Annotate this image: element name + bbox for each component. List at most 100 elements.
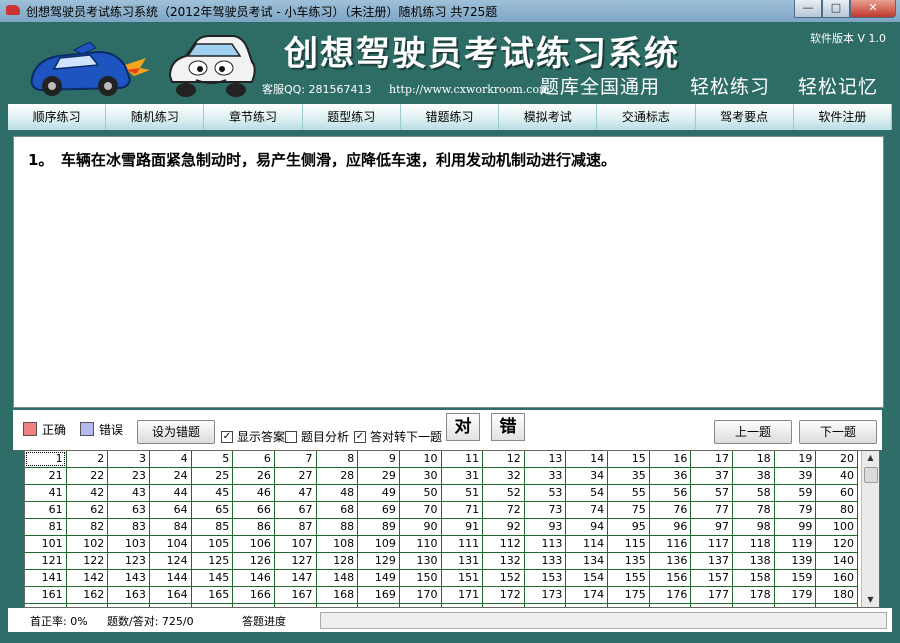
question-number-cell[interactable]: 199	[774, 604, 816, 607]
menu-traffic-signs[interactable]: 交通标志	[597, 104, 696, 130]
question-number-cell[interactable]: 118	[733, 536, 774, 552]
question-number-cell[interactable]: 98	[733, 519, 774, 535]
question-number-cell[interactable]: 92	[483, 519, 524, 535]
answer-wrong-button[interactable]: 错	[491, 413, 525, 441]
question-number-cell[interactable]: 57	[691, 485, 733, 501]
question-number-cell[interactable]: 102	[66, 536, 108, 552]
question-number-cell[interactable]: 32	[483, 468, 524, 484]
question-number-cell[interactable]: 133	[524, 553, 566, 569]
question-number-cell[interactable]: 74	[566, 502, 608, 518]
question-number-cell[interactable]: 116	[649, 536, 691, 552]
question-number-cell[interactable]: 137	[691, 553, 733, 569]
menu-wrong-question-practice[interactable]: 错题练习	[400, 104, 500, 130]
question-number-cell[interactable]: 1	[25, 451, 66, 467]
question-number-cell[interactable]: 55	[608, 485, 649, 501]
question-number-cell[interactable]: 15	[608, 451, 649, 467]
question-number-cell[interactable]: 174	[566, 587, 608, 603]
question-number-cell[interactable]: 144	[149, 570, 191, 586]
question-number-cell[interactable]: 77	[691, 502, 733, 518]
question-number-cell[interactable]: 60	[816, 485, 857, 501]
question-number-cell[interactable]: 72	[483, 502, 524, 518]
question-number-cell[interactable]: 194	[566, 604, 608, 607]
question-number-cell[interactable]: 73	[524, 502, 566, 518]
question-number-cell[interactable]: 46	[233, 485, 274, 501]
question-number-cell[interactable]: 22	[66, 468, 108, 484]
question-number-cell[interactable]: 26	[233, 468, 274, 484]
question-number-cell[interactable]: 122	[66, 553, 108, 569]
question-number-cell[interactable]: 121	[25, 553, 66, 569]
question-number-cell[interactable]: 34	[566, 468, 608, 484]
question-number-cell[interactable]: 11	[441, 451, 483, 467]
question-number-cell[interactable]: 180	[816, 587, 857, 603]
menu-mock-exam[interactable]: 模拟考试	[499, 104, 598, 130]
question-number-cell[interactable]: 104	[149, 536, 191, 552]
question-number-cell[interactable]: 87	[274, 519, 316, 535]
question-number-cell[interactable]: 49	[358, 485, 399, 501]
question-number-cell[interactable]: 6	[233, 451, 274, 467]
question-number-cell[interactable]: 21	[25, 468, 66, 484]
question-number-cell[interactable]: 151	[441, 570, 483, 586]
question-number-cell[interactable]: 169	[358, 587, 399, 603]
question-number-cell[interactable]: 195	[608, 604, 649, 607]
question-number-cell[interactable]: 14	[566, 451, 608, 467]
question-number-cell[interactable]: 30	[399, 468, 441, 484]
question-number-cell[interactable]: 145	[191, 570, 233, 586]
question-number-cell[interactable]: 3	[108, 451, 149, 467]
question-number-cell[interactable]: 115	[608, 536, 649, 552]
question-number-cell[interactable]: 18	[733, 451, 774, 467]
question-number-cell[interactable]: 142	[66, 570, 108, 586]
question-number-cell[interactable]: 131	[441, 553, 483, 569]
question-number-cell[interactable]: 165	[191, 587, 233, 603]
question-number-cell[interactable]: 59	[774, 485, 816, 501]
question-number-cell[interactable]: 47	[274, 485, 316, 501]
question-number-cell[interactable]: 140	[816, 553, 857, 569]
question-number-cell[interactable]: 156	[649, 570, 691, 586]
question-number-cell[interactable]: 187	[274, 604, 316, 607]
question-number-cell[interactable]: 82	[66, 519, 108, 535]
question-number-cell[interactable]: 177	[691, 587, 733, 603]
question-number-cell[interactable]: 200	[816, 604, 857, 607]
question-number-cell[interactable]: 105	[191, 536, 233, 552]
question-number-cell[interactable]: 71	[441, 502, 483, 518]
question-number-cell[interactable]: 36	[649, 468, 691, 484]
question-number-cell[interactable]: 108	[316, 536, 358, 552]
question-number-cell[interactable]: 109	[358, 536, 399, 552]
question-number-cell[interactable]: 96	[649, 519, 691, 535]
question-number-cell[interactable]: 62	[66, 502, 108, 518]
question-number-cell[interactable]: 75	[608, 502, 649, 518]
question-number-cell[interactable]: 148	[316, 570, 358, 586]
question-number-cell[interactable]: 183	[108, 604, 149, 607]
question-number-cell[interactable]: 197	[691, 604, 733, 607]
question-number-cell[interactable]: 125	[191, 553, 233, 569]
question-number-cell[interactable]: 152	[483, 570, 524, 586]
question-number-cell[interactable]: 164	[149, 587, 191, 603]
question-number-cell[interactable]: 138	[733, 553, 774, 569]
question-number-cell[interactable]: 184	[149, 604, 191, 607]
question-number-cell[interactable]: 67	[274, 502, 316, 518]
question-number-cell[interactable]: 45	[191, 485, 233, 501]
auto-next-checkbox[interactable]: ✓ 答对转下一题	[354, 428, 442, 445]
menu-software-registration[interactable]: 软件注册	[793, 104, 892, 130]
question-number-cell[interactable]: 80	[816, 502, 857, 518]
question-number-cell[interactable]: 89	[358, 519, 399, 535]
question-number-cell[interactable]: 117	[691, 536, 733, 552]
question-number-cell[interactable]: 31	[441, 468, 483, 484]
question-number-cell[interactable]: 167	[274, 587, 316, 603]
question-number-cell[interactable]: 78	[733, 502, 774, 518]
question-number-cell[interactable]: 132	[483, 553, 524, 569]
question-number-cell[interactable]: 139	[774, 553, 816, 569]
question-number-cell[interactable]: 171	[441, 587, 483, 603]
menu-random-practice[interactable]: 随机练习	[106, 104, 205, 130]
question-number-cell[interactable]: 94	[566, 519, 608, 535]
question-number-cell[interactable]: 76	[649, 502, 691, 518]
question-number-cell[interactable]: 84	[149, 519, 191, 535]
question-analysis-checkbox[interactable]: 题目分析	[285, 428, 349, 445]
question-number-cell[interactable]: 179	[774, 587, 816, 603]
question-number-cell[interactable]: 120	[816, 536, 857, 552]
question-number-cell[interactable]: 123	[108, 553, 149, 569]
question-number-cell[interactable]: 147	[274, 570, 316, 586]
question-number-cell[interactable]: 119	[774, 536, 816, 552]
question-number-cell[interactable]: 176	[649, 587, 691, 603]
question-number-cell[interactable]: 160	[816, 570, 857, 586]
set-as-wrong-button[interactable]: 设为错题	[137, 420, 215, 444]
